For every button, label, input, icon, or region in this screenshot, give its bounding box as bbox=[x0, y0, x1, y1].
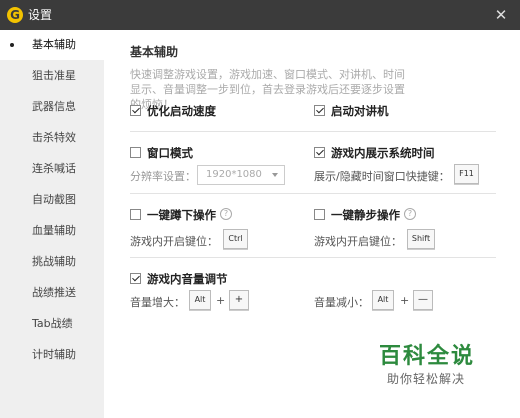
sidebar-item-label: 计时辅助 bbox=[32, 348, 76, 361]
silent-step-label: 一键静步操作 bbox=[331, 208, 400, 222]
sidebar-item-health-assist[interactable]: 血量辅助 bbox=[0, 216, 104, 246]
sidebar-item-label: 狙击准星 bbox=[32, 69, 76, 82]
plus-sign: + bbox=[216, 294, 226, 307]
window-mode-checkbox[interactable] bbox=[130, 147, 141, 158]
squat-key-button[interactable]: Ctrl bbox=[223, 229, 248, 249]
time-hotkey-label: 展示/隐藏时间窗口快捷键： bbox=[314, 170, 450, 183]
sidebar-item-record-push[interactable]: 战绩推送 bbox=[0, 278, 104, 308]
resolution-value: 1920*1080 bbox=[206, 169, 262, 180]
sidebar-item-label: Tab战绩 bbox=[32, 317, 73, 330]
sidebar-item-label: 战绩推送 bbox=[32, 286, 76, 299]
window-title: 设置 bbox=[28, 8, 53, 22]
sidebar-item-kill-streak-shout[interactable]: 连杀喊话 bbox=[0, 154, 104, 184]
sidebar-item-label: 血量辅助 bbox=[32, 224, 76, 237]
section-title: 基本辅助 bbox=[130, 45, 179, 59]
silent-key-button[interactable]: Shift bbox=[407, 229, 435, 249]
plus-sign: + bbox=[400, 294, 410, 307]
sidebar-item-auto-screenshot[interactable]: 自动截图 bbox=[0, 185, 104, 215]
sidebar-item-timer-assist[interactable]: 计时辅助 bbox=[0, 340, 104, 370]
sidebar-item-basic-assist[interactable]: 基本辅助 bbox=[0, 30, 104, 60]
resolution-label: 分辨率设置： bbox=[130, 170, 196, 183]
divider bbox=[130, 257, 496, 258]
sidebar-item-weapon-info[interactable]: 武器信息 bbox=[0, 92, 104, 122]
volume-down-modifier-button[interactable]: Alt bbox=[372, 290, 394, 310]
boot-speed-checkbox[interactable] bbox=[130, 105, 141, 116]
silent-key-label: 游戏内开启键位： bbox=[314, 235, 402, 248]
sidebar-item-label: 连杀喊话 bbox=[32, 162, 76, 175]
sidebar-item-tab-record[interactable]: Tab战绩 bbox=[0, 309, 104, 339]
time-hotkey-button[interactable]: F11 bbox=[454, 164, 479, 184]
squat-help-icon[interactable]: ? bbox=[220, 208, 232, 220]
divider bbox=[130, 131, 496, 132]
sidebar-item-sniper-crosshair[interactable]: 狙击准星 bbox=[0, 61, 104, 91]
walkie-talkie-label: 启动对讲机 bbox=[331, 104, 389, 118]
chevron-down-icon bbox=[272, 173, 278, 177]
divider bbox=[130, 193, 496, 194]
sidebar-item-label: 自动截图 bbox=[32, 193, 76, 206]
squat-label: 一键蹲下操作 bbox=[147, 208, 216, 222]
sidebar: 基本辅助 狙击准星 武器信息 击杀特效 连杀喊话 自动截图 血量辅助 挑战辅助 … bbox=[0, 30, 104, 418]
resolution-select[interactable]: 1920*1080 bbox=[197, 165, 285, 185]
watermark-subtitle: 助你轻松解决 bbox=[387, 372, 466, 386]
volume-label: 游戏内音量调节 bbox=[147, 272, 228, 286]
squat-key-label: 游戏内开启键位： bbox=[130, 235, 218, 248]
sidebar-item-label: 基本辅助 bbox=[32, 38, 76, 51]
silent-step-checkbox[interactable] bbox=[314, 209, 325, 220]
show-time-label: 游戏内展示系统时间 bbox=[331, 146, 435, 160]
close-icon[interactable]: ✕ bbox=[490, 4, 512, 26]
watermark-title: 百科全说 bbox=[379, 344, 476, 369]
volume-down-key-button[interactable]: — bbox=[413, 290, 433, 310]
watermark: 百科全说 助你轻松解决 bbox=[367, 330, 505, 392]
active-dot-icon bbox=[10, 43, 14, 47]
show-time-checkbox[interactable] bbox=[314, 147, 325, 158]
sidebar-item-challenge-assist[interactable]: 挑战辅助 bbox=[0, 247, 104, 277]
silent-step-help-icon[interactable]: ? bbox=[404, 208, 416, 220]
volume-down-label: 音量减小： bbox=[314, 296, 369, 309]
sidebar-item-label: 武器信息 bbox=[32, 100, 76, 113]
volume-checkbox[interactable] bbox=[130, 273, 141, 284]
title-bar: G 设置 ✕ bbox=[0, 0, 520, 30]
sidebar-item-kill-effects[interactable]: 击杀特效 bbox=[0, 123, 104, 153]
window-mode-label: 窗口模式 bbox=[147, 146, 193, 160]
volume-up-modifier-button[interactable]: Alt bbox=[189, 290, 211, 310]
boot-speed-label: 优化启动速度 bbox=[147, 104, 216, 118]
squat-checkbox[interactable] bbox=[130, 209, 141, 220]
volume-up-label: 音量增大： bbox=[130, 296, 185, 309]
walkie-talkie-checkbox[interactable] bbox=[314, 105, 325, 116]
volume-up-key-button[interactable]: + bbox=[229, 290, 249, 310]
app-logo-icon: G bbox=[7, 7, 23, 23]
sidebar-item-label: 挑战辅助 bbox=[32, 255, 76, 268]
sidebar-item-label: 击杀特效 bbox=[32, 131, 76, 144]
